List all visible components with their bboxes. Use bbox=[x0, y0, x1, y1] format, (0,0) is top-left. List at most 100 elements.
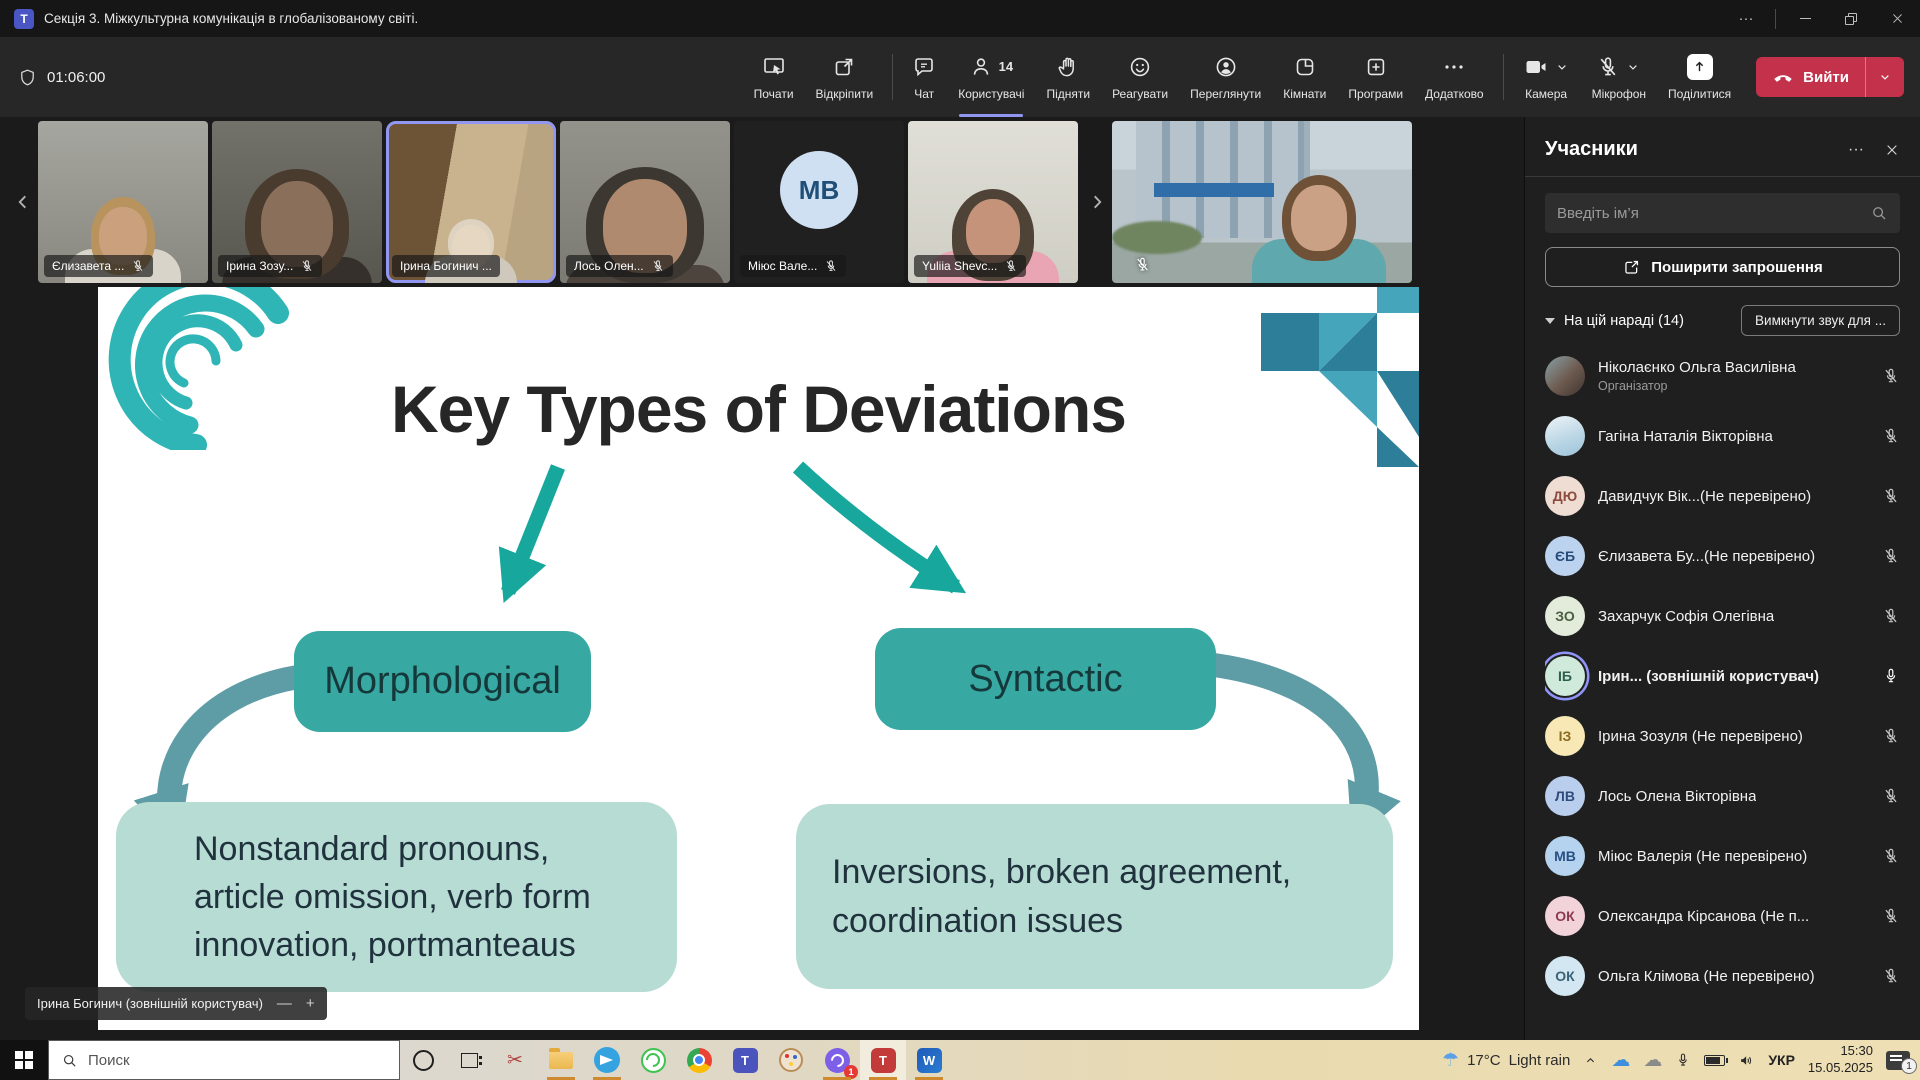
taskbar-snipping-tool-button[interactable]: ✂ bbox=[492, 1040, 538, 1080]
view-button[interactable]: Переглянути bbox=[1179, 37, 1272, 117]
section-label: На цій нараді (14) bbox=[1564, 313, 1684, 329]
chat-button[interactable]: Чат bbox=[901, 37, 947, 117]
rooms-icon bbox=[1293, 55, 1317, 79]
people-button[interactable]: 14 Користувачі bbox=[947, 37, 1035, 117]
language-indicator[interactable]: УКР bbox=[1768, 1052, 1795, 1068]
mic-muted-icon[interactable] bbox=[1882, 907, 1900, 925]
meeting-timer: 01:06:00 bbox=[47, 69, 105, 86]
participant-row[interactable]: ЄБ Єлизавета Бу...(Не перевірено) bbox=[1545, 526, 1900, 586]
mic-muted-icon[interactable] bbox=[1882, 727, 1900, 745]
taskbar-file-explorer-button[interactable] bbox=[538, 1040, 584, 1080]
participant-row[interactable]: ЗО Захарчук Софія Олегівна bbox=[1545, 586, 1900, 646]
participant-row[interactable]: МВ Міюс Валерія (Не перевірено) bbox=[1545, 826, 1900, 886]
mic-muted-icon[interactable] bbox=[1882, 427, 1900, 445]
action-center-button[interactable]: 1 bbox=[1886, 1051, 1910, 1070]
participant-search-input[interactable] bbox=[1557, 205, 1862, 222]
start-button[interactable] bbox=[0, 1040, 48, 1080]
weather-temp: 17°C bbox=[1467, 1052, 1501, 1069]
restore-button[interactable] bbox=[1828, 0, 1874, 37]
close-button[interactable] bbox=[1874, 0, 1920, 37]
leave-button[interactable]: Вийти bbox=[1756, 57, 1904, 97]
volume-icon[interactable] bbox=[1738, 1052, 1755, 1069]
participant-row[interactable]: ІЗ Ірина Зозуля (Не перевірено) bbox=[1545, 706, 1900, 766]
syntactic-box: Syntactic bbox=[875, 628, 1216, 730]
show-hidden-icons-button[interactable] bbox=[1583, 1053, 1598, 1068]
video-tile-4[interactable]: Лось Олен... bbox=[560, 121, 730, 283]
taskbar-cortana-button[interactable] bbox=[400, 1040, 446, 1080]
whatsapp-icon bbox=[641, 1048, 666, 1073]
strip-scroll-right-button[interactable] bbox=[1082, 121, 1112, 283]
camera-chevron-icon[interactable] bbox=[1554, 59, 1570, 75]
taskbar-search-input[interactable] bbox=[88, 1052, 387, 1069]
share-invite-button[interactable]: Поширити запрошення bbox=[1545, 247, 1900, 287]
taskbar-word-button[interactable]: W bbox=[906, 1040, 952, 1080]
participant-silhouette bbox=[1252, 185, 1386, 283]
mic-live-icon[interactable] bbox=[1882, 667, 1900, 685]
taskbar-weather-button[interactable]: ☂ 17°C Light rain bbox=[1442, 1051, 1570, 1070]
start-presenting-button[interactable]: Почати bbox=[743, 37, 805, 117]
zoom-in-button[interactable]: + bbox=[306, 995, 315, 1012]
zoom-out-button[interactable]: — bbox=[277, 995, 292, 1012]
strip-scroll-left-button[interactable] bbox=[8, 121, 38, 283]
mic-chevron-icon[interactable] bbox=[1625, 59, 1641, 75]
mic-muted-icon[interactable] bbox=[1882, 787, 1900, 805]
taskbar-teams-button[interactable]: T bbox=[722, 1040, 768, 1080]
participant-row-active-speaker[interactable]: ІБ Ірин... (зовнішній користувач) bbox=[1545, 646, 1900, 706]
participant-row[interactable]: ЛВ Лось Олена Вікторівна bbox=[1545, 766, 1900, 826]
more-button[interactable]: Додатково bbox=[1414, 37, 1495, 117]
react-button[interactable]: Реагувати bbox=[1101, 37, 1179, 117]
video-tile-6[interactable]: Yuliia Shevc... bbox=[908, 121, 1078, 283]
battery-icon[interactable] bbox=[1704, 1055, 1725, 1066]
window-more-button[interactable]: ··· bbox=[1723, 0, 1769, 37]
taskbar-task-view-button[interactable] bbox=[446, 1040, 492, 1080]
section-collapse-icon[interactable] bbox=[1545, 318, 1555, 324]
camera-button[interactable]: Камера bbox=[1512, 37, 1581, 117]
video-tile-2[interactable]: Ірина Зозу... bbox=[212, 121, 382, 283]
mic-muted-icon[interactable] bbox=[1882, 607, 1900, 625]
cloud-sync-icon[interactable]: ☁ bbox=[1643, 1051, 1662, 1070]
raise-hand-button[interactable]: Підняти bbox=[1035, 37, 1101, 117]
leave-options-button[interactable] bbox=[1866, 69, 1904, 85]
panel-close-button[interactable] bbox=[1884, 142, 1900, 158]
share-button[interactable]: Поділитися bbox=[1657, 37, 1742, 117]
mic-muted-icon bbox=[651, 259, 665, 273]
video-tile-large[interactable] bbox=[1112, 121, 1412, 283]
taskbar-whatsapp-button[interactable] bbox=[630, 1040, 676, 1080]
mic-muted-icon[interactable] bbox=[1882, 367, 1900, 385]
video-tile-3-active-speaker[interactable]: Ірина Богинич ... bbox=[386, 121, 556, 283]
tray-mic-icon[interactable] bbox=[1675, 1052, 1691, 1068]
video-tile-5[interactable]: MB Міюс Вале... bbox=[734, 121, 904, 283]
mic-muted-icon[interactable] bbox=[1882, 967, 1900, 985]
clock-date: 15.05.2025 bbox=[1808, 1060, 1873, 1077]
panel-more-button[interactable]: ··· bbox=[1848, 141, 1864, 159]
taskbar-viber-button[interactable]: 1 bbox=[814, 1040, 860, 1080]
teams-icon: T bbox=[733, 1048, 758, 1073]
mute-all-button[interactable]: Вимкнути звук для ... bbox=[1741, 305, 1900, 336]
taskbar-chrome-button[interactable] bbox=[676, 1040, 722, 1080]
taskbar-clock[interactable]: 15:30 15.05.2025 bbox=[1808, 1043, 1873, 1077]
participant-row[interactable]: ОК Ольга Клімова (Не перевірено) bbox=[1545, 946, 1900, 1006]
participant-row[interactable]: ДЮ Давидчук Вік...(Не перевірено) bbox=[1545, 466, 1900, 526]
mic-muted-icon[interactable] bbox=[1882, 487, 1900, 505]
mic-muted-icon[interactable] bbox=[1882, 847, 1900, 865]
taskbar-search[interactable] bbox=[48, 1040, 400, 1080]
participant-name: Давидчук Вік...(Не перевірено) bbox=[1598, 488, 1811, 505]
participant-row[interactable]: ОК Олександра Кірсанова (Не п... bbox=[1545, 886, 1900, 946]
presenter-overlay: Ірина Богинич (зовнішній користувач) — + bbox=[25, 987, 327, 1020]
mic-button[interactable]: Мікрофон bbox=[1581, 37, 1657, 117]
video-tile-1[interactable]: Єлизавета ... bbox=[38, 121, 208, 283]
search-icon bbox=[61, 1052, 78, 1069]
mic-muted-icon[interactable] bbox=[1882, 547, 1900, 565]
participant-row[interactable]: Гагіна Наталія Вікторівна bbox=[1545, 406, 1900, 466]
rooms-button[interactable]: Кімнати bbox=[1272, 37, 1337, 117]
minimize-button[interactable] bbox=[1782, 0, 1828, 37]
taskbar-paint-button[interactable] bbox=[768, 1040, 814, 1080]
taskbar-teams-meeting-button[interactable]: T bbox=[860, 1040, 906, 1080]
onedrive-icon[interactable]: ☁ bbox=[1611, 1051, 1630, 1070]
participant-row[interactable]: Ніколаєнко Ольга Василівна Організатор bbox=[1545, 346, 1900, 406]
viber-badge: 1 bbox=[844, 1065, 858, 1079]
participant-search[interactable] bbox=[1545, 193, 1900, 233]
taskbar-telegram-button[interactable] bbox=[584, 1040, 630, 1080]
unpin-button[interactable]: Відкріпити bbox=[805, 37, 885, 117]
apps-button[interactable]: Програми bbox=[1337, 37, 1414, 117]
